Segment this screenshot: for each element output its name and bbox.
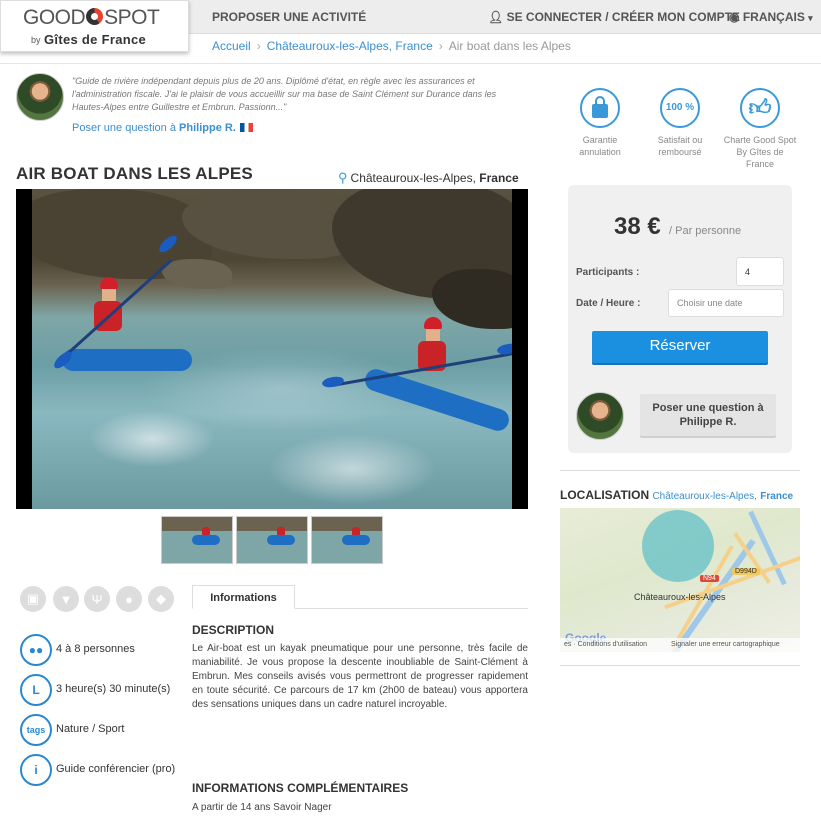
page-title: AIR BOAT DANS LES ALPES: [16, 164, 253, 183]
feature-guide-text: Guide conférencier (pro): [56, 763, 176, 775]
cocktail-icon: ▼: [53, 586, 79, 612]
thumbs-up-icon: 👍︎: [740, 88, 780, 128]
guide-avatar-small[interactable]: [576, 392, 624, 440]
guide-avatar[interactable]: [16, 73, 64, 121]
nav-login-label: SE CONNECTER / CRÉER MON COMPTE: [506, 10, 740, 24]
participants-input[interactable]: 4: [736, 257, 784, 286]
bus-icon: ▣: [20, 586, 46, 612]
info-heading: INFORMATIONS COMPLÉMENTAIRES: [192, 781, 409, 795]
ask-question-button[interactable]: Poser une question à Philippe R.: [640, 394, 776, 436]
price-value: 38 €: [614, 213, 661, 240]
map-city-label: Châteauroux-les-Alpes: [634, 592, 726, 602]
france-flag-icon: [239, 123, 253, 132]
tab-informations[interactable]: Informations: [192, 585, 295, 609]
road-n94: N94: [700, 575, 719, 582]
ticket-icon: ◆: [148, 586, 174, 612]
feature-tags-text: Nature / Sport: [56, 723, 125, 735]
reserve-button[interactable]: Réserver: [592, 331, 768, 363]
restaurant-icon: Ψ: [84, 586, 110, 612]
percent-icon: 100 %: [660, 88, 700, 128]
location-heading-label: LOCALISATION: [560, 488, 650, 502]
badge-satisfaction-label: Satisfait ou remboursé: [657, 135, 703, 157]
kayak-photo-image: [32, 189, 512, 509]
guide-quote: "Guide de rivière indépendant depuis plu…: [72, 76, 497, 112]
logo-target-icon: [86, 8, 104, 25]
map-footer: es · Conditions d'utilisation Signaler un…: [560, 638, 800, 652]
price-unit: / Par personne: [669, 225, 742, 237]
thumbnail-2[interactable]: [236, 516, 308, 564]
location-city[interactable]: Châteauroux-les-Alpes,: [652, 491, 757, 502]
people-icon: ●●: [20, 634, 52, 666]
divider: [560, 665, 800, 666]
nav-propose-activity[interactable]: PROPOSER UNE ACTIVITÉ: [212, 10, 366, 24]
globe-icon: ◉: [729, 10, 740, 24]
road-d994d: D994D: [732, 568, 760, 575]
map-report-link[interactable]: Signaler une erreur cartographique: [671, 641, 780, 648]
chevron-right-icon: ›: [438, 39, 443, 53]
badge-charter: 👍︎ Charte Good Spot By Gîtes de France: [722, 88, 798, 170]
badge-charter-label: Charte Good Spot By Gîtes de France: [723, 135, 797, 169]
badge-cancellation-label: Garantie annulation: [579, 135, 621, 157]
thumbnail-1[interactable]: [161, 516, 233, 564]
breadcrumb: Accueil › Châteauroux-les-Alpes, France › Ai…: [212, 39, 571, 53]
logo-gites-text: Gîtes de France: [44, 32, 147, 47]
activity-country: France: [479, 171, 519, 185]
guide-ask-prefix: Poser une question à: [72, 122, 176, 134]
clock-icon: L: [20, 674, 52, 706]
site-logo[interactable]: GOOD SPOT by Gîtes de France: [0, 0, 189, 52]
location-area-marker: [642, 510, 714, 582]
date-label: Date / Heure :: [576, 298, 641, 309]
badge-satisfaction: 100 % Satisfait ou remboursé: [650, 88, 710, 158]
ask-button-line2: Philippe R.: [679, 416, 737, 428]
activity-location[interactable]: ⚲ Châteauroux-les-Alpes, France: [338, 170, 519, 186]
language-selector[interactable]: ◉ FRANÇAIS ▾: [729, 10, 813, 24]
divider: [560, 470, 800, 471]
location-heading: LOCALISATION Châteauroux-les-Alpes, Fran…: [560, 488, 793, 502]
main-photo[interactable]: [16, 189, 528, 509]
breadcrumb-current: Air boat dans les Alpes: [448, 39, 571, 53]
date-input[interactable]: Choisir une date: [668, 289, 784, 317]
chevron-right-icon: ›: [256, 39, 261, 53]
map-pin-icon: ⚲: [338, 170, 348, 185]
booking-panel: 38 € / Par personne Participants : 4 Dat…: [568, 185, 792, 453]
guide-ask-link[interactable]: Poser une question à Philippe R.: [72, 122, 253, 134]
location-country[interactable]: France: [760, 491, 793, 502]
language-label: FRANÇAIS: [742, 10, 805, 24]
info-icon: i: [20, 754, 52, 786]
participants-label: Participants :: [576, 267, 640, 278]
thumbnail-3[interactable]: [311, 516, 383, 564]
group-icon: ●: [116, 586, 142, 612]
user-icon: 👤︎: [488, 10, 504, 24]
location-map[interactable]: N94 D994D Châteauroux-les-Alpes Google e…: [560, 508, 800, 652]
activity-city: Châteauroux-les-Alpes,: [350, 171, 476, 185]
logo-wordmark: GOOD SPOT: [23, 6, 160, 29]
feature-duration-text: 3 heure(s) 30 minute(s): [56, 683, 171, 695]
logo-by-text: by: [31, 35, 41, 45]
description-text: Le Air-boat est un kayak pneumatique pou…: [192, 643, 528, 710]
lock-icon: [580, 88, 620, 128]
caret-down-icon: ▾: [808, 13, 813, 23]
breadcrumb-city[interactable]: Châteauroux-les-Alpes, France: [267, 39, 433, 53]
breadcrumb-home[interactable]: Accueil: [212, 39, 251, 53]
feature-group-size-text: 4 à 8 personnes: [56, 643, 135, 655]
tags-icon: tags: [20, 714, 52, 746]
ask-button-line1: Poser une question à: [652, 402, 764, 414]
badge-cancellation: Garantie annulation: [570, 88, 630, 158]
description-heading: DESCRIPTION: [192, 623, 275, 637]
guide-name: Philippe R.: [179, 122, 236, 134]
divider: [0, 63, 821, 64]
nav-login[interactable]: 👤︎ SE CONNECTER / CRÉER MON COMPTE: [488, 10, 740, 24]
info-text: A partir de 14 ans Savoir Nager: [192, 802, 332, 813]
map-terms-link[interactable]: es · Conditions d'utilisation: [564, 641, 647, 648]
